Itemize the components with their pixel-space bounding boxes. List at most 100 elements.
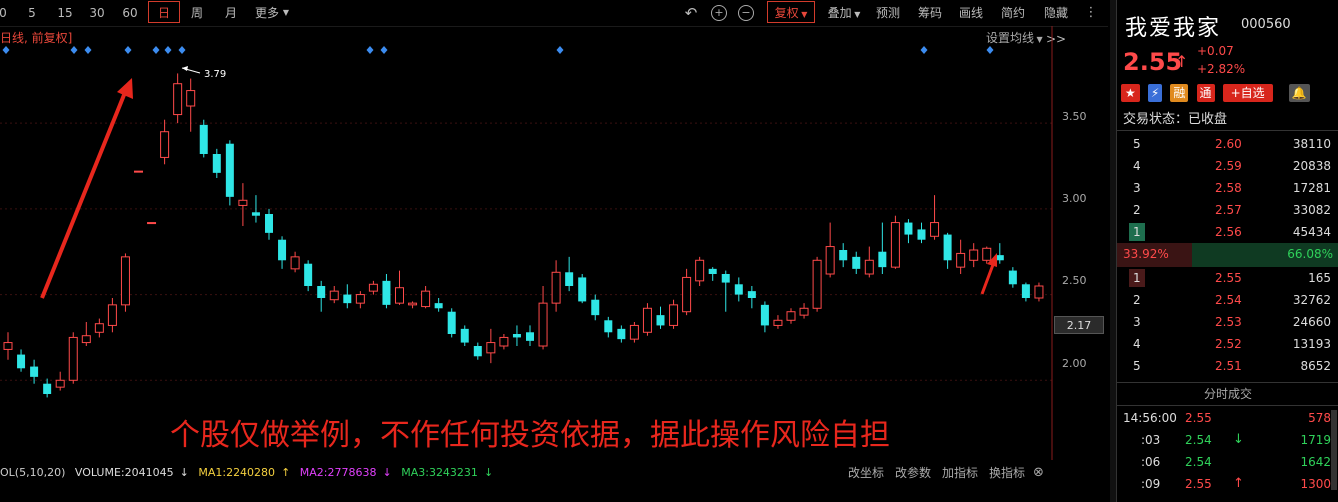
tick-row[interactable]: :03 2.54 ↓ 1719	[1117, 429, 1338, 451]
period-week[interactable]: 周	[186, 0, 208, 26]
more-periods-button[interactable]: 更多	[252, 0, 282, 26]
candle-body[interactable]	[68, 336, 78, 381]
ticks-title[interactable]: 分时成交	[1117, 382, 1338, 406]
candle-body[interactable]	[799, 307, 809, 316]
bid-row[interactable]: 3 2.53 24660	[1117, 311, 1338, 333]
ask-row[interactable]: 2 2.57 33082	[1117, 199, 1338, 221]
candle-body[interactable]	[134, 170, 143, 173]
candle-body[interactable]	[434, 303, 443, 309]
candle-body[interactable]	[629, 324, 639, 340]
candle-body[interactable]	[591, 299, 600, 316]
candle-body[interactable]	[382, 280, 391, 305]
change-axis-button[interactable]: 改坐标	[848, 462, 884, 484]
candle-body[interactable]	[43, 383, 52, 394]
candle-body[interactable]	[460, 328, 469, 343]
zoom-out-icon[interactable]: −	[738, 5, 754, 21]
candle-body[interactable]	[578, 277, 587, 302]
candle-body[interactable]	[81, 335, 91, 344]
candle-body[interactable]	[304, 263, 313, 286]
candle-body[interactable]	[904, 222, 913, 235]
tick-row[interactable]: :06 2.54 1642	[1117, 451, 1338, 473]
candle-body[interactable]	[956, 252, 966, 268]
margin-badge[interactable]: 融	[1170, 84, 1189, 102]
candle-body[interactable]	[943, 234, 952, 261]
candle-body[interactable]	[982, 247, 992, 261]
candle-body[interactable]	[265, 214, 273, 233]
candle-body[interactable]	[160, 131, 170, 158]
candle-body[interactable]	[708, 268, 717, 274]
ask-row[interactable]: 1 2.56 45434	[1117, 221, 1338, 243]
candle-body[interactable]	[238, 199, 248, 206]
close-indicator-icon[interactable]: ⊗	[1033, 462, 1044, 484]
add-watchlist-button[interactable]: +自选	[1222, 84, 1273, 102]
ask-row[interactable]: 4 2.59 20838	[1117, 155, 1338, 177]
tick-row[interactable]: :09 2.55 ↑ 1300	[1117, 473, 1338, 495]
candle-body[interactable]	[669, 304, 679, 326]
overlay-button[interactable]: 叠加 ▼	[822, 0, 866, 26]
candle-body[interactable]	[147, 222, 157, 225]
candle-body[interactable]	[526, 332, 534, 341]
candle-body[interactable]	[852, 256, 861, 269]
candle-body[interactable]	[486, 342, 496, 354]
candle-body[interactable]	[786, 311, 796, 321]
add-indicator-button[interactable]: 加指标	[942, 462, 978, 484]
candle-body[interactable]	[107, 304, 117, 326]
bid-row[interactable]: 1 2.55 165	[1117, 267, 1338, 289]
candle-body[interactable]	[499, 336, 509, 347]
candle-body[interactable]	[812, 259, 822, 309]
candle-body[interactable]	[1034, 285, 1044, 299]
candle-body[interactable]	[3, 342, 13, 350]
tick-row[interactable]: 14:56:00 2.55 578	[1117, 407, 1338, 429]
simple-mode-button[interactable]: 简约	[999, 0, 1027, 26]
candle-body[interactable]	[55, 379, 65, 388]
candle-body[interactable]	[94, 323, 104, 333]
candle-body[interactable]	[917, 229, 926, 240]
candle-body[interactable]	[825, 246, 835, 275]
bid-row[interactable]: 2 2.54 32762	[1117, 289, 1338, 311]
candle-body[interactable]	[395, 287, 404, 304]
candle-body[interactable]	[682, 276, 692, 313]
switch-indicator-button[interactable]: 换指标	[989, 462, 1025, 484]
candle-body[interactable]	[421, 290, 431, 308]
candle-body[interactable]	[617, 328, 626, 340]
candle-body[interactable]	[251, 212, 260, 216]
candle-body[interactable]	[551, 271, 561, 304]
candle-body[interactable]	[721, 274, 730, 283]
ask-row[interactable]: 5 2.60 38110	[1117, 133, 1338, 155]
candle-body[interactable]	[890, 222, 900, 268]
candle-body[interactable]	[290, 256, 300, 270]
period-1m[interactable]: 0	[0, 0, 8, 26]
candle-body[interactable]	[120, 256, 130, 306]
candle-body[interactable]	[355, 294, 365, 304]
period-5[interactable]: 5	[22, 0, 42, 26]
candlestick-chart[interactable]: 3.79	[0, 26, 1108, 460]
candle-body[interactable]	[773, 319, 783, 326]
candle-body[interactable]	[447, 311, 456, 334]
adjust-rights-button[interactable]: 复权 ▼	[767, 1, 815, 23]
vertical-bar-icon[interactable]: ⋮	[1084, 0, 1098, 26]
candle-body[interactable]	[734, 284, 743, 295]
forecast-button[interactable]: 预测	[874, 0, 902, 26]
candle-body[interactable]	[278, 239, 287, 261]
candle-body[interactable]	[656, 315, 665, 326]
ask-row[interactable]: 3 2.58 17281	[1117, 177, 1338, 199]
candle-body[interactable]	[317, 286, 326, 298]
chips-button[interactable]: 筹码	[916, 0, 944, 26]
candle-body[interactable]	[408, 302, 418, 306]
candle-body[interactable]	[368, 283, 378, 292]
lightning-icon[interactable]: ⚡	[1147, 84, 1163, 102]
zoom-in-icon[interactable]: +	[711, 5, 727, 21]
candle-body[interactable]	[1008, 270, 1017, 285]
candle-body[interactable]	[186, 90, 196, 107]
candle-body[interactable]	[1021, 284, 1030, 298]
candle-body[interactable]	[538, 302, 548, 347]
bid-row[interactable]: 4 2.52 13193	[1117, 333, 1338, 355]
connect-badge[interactable]: 通	[1196, 84, 1215, 102]
candle-body[interactable]	[695, 259, 705, 282]
ticks-scrollbar[interactable]	[1331, 410, 1337, 490]
candle-body[interactable]	[17, 354, 26, 369]
candle-body[interactable]	[878, 251, 887, 268]
period-60[interactable]: 60	[119, 0, 141, 26]
candle-body[interactable]	[565, 272, 574, 286]
hide-button[interactable]: 隐藏>>	[1036, 0, 1076, 46]
